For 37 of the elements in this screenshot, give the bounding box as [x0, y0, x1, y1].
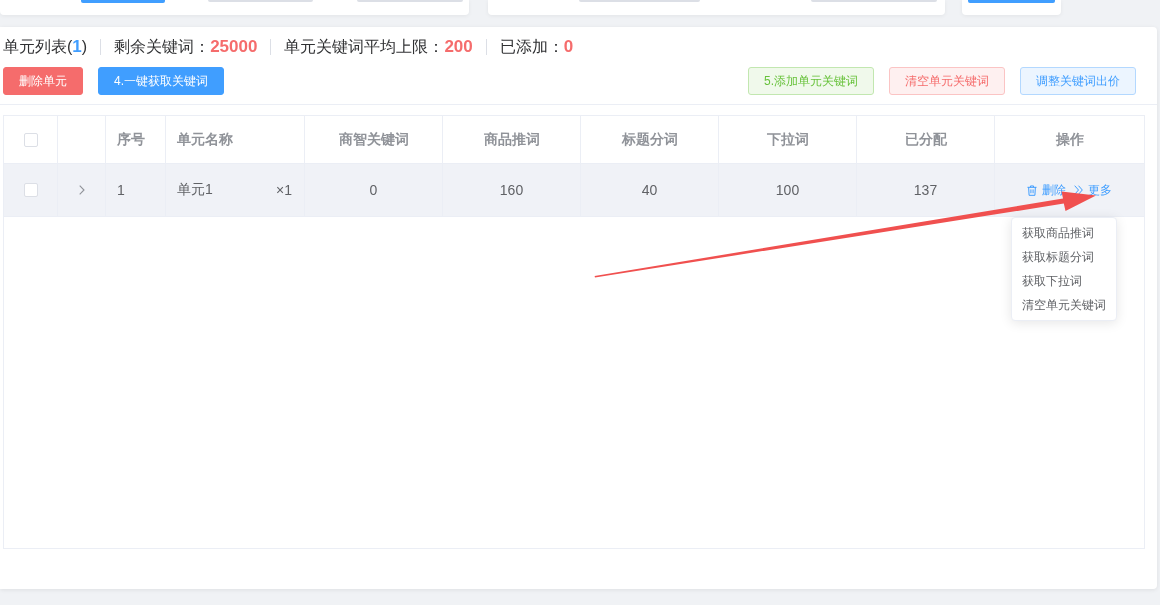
checkbox[interactable] [23, 132, 38, 147]
toolbar-button[interactable]: 4.一键获取关键词 [98, 67, 224, 95]
double-chevron-icon [1074, 185, 1083, 195]
field-edge[interactable] [579, 0, 700, 2]
multiplier-text: ×1 [276, 182, 292, 198]
table-cell: 1 [106, 164, 166, 217]
summary-label: 剩余关键词： [114, 36, 211, 57]
summary-label: 单元关键词平均上限： [284, 36, 445, 57]
summary-value: 25000 [210, 37, 258, 57]
table-cell: 40 [581, 164, 719, 217]
toolbar-button[interactable]: 删除单元 [3, 67, 83, 95]
dropdown-item[interactable]: 获取下拉词 [1012, 269, 1116, 293]
table-cell: 0 [305, 164, 443, 217]
more-link[interactable]: 更多 [1074, 181, 1112, 199]
field-edge[interactable] [208, 0, 313, 2]
summary-label: 已添加： [499, 36, 564, 57]
trash-icon [1027, 184, 1037, 196]
dropdown-item[interactable]: 获取商品推词 [1012, 221, 1116, 245]
summary-value: 0 [563, 37, 574, 57]
summary-label: ) [81, 38, 88, 56]
toolbar-button[interactable]: 调整关键词出价 [1020, 67, 1136, 95]
button-edge[interactable] [81, 0, 165, 3]
field-edge[interactable] [357, 0, 463, 2]
toolbar-button[interactable]: 清空单元关键词 [889, 67, 1005, 95]
checkbox[interactable] [23, 183, 38, 197]
summary-value: 1 [72, 37, 82, 57]
toolbar-button[interactable]: 5.添加单元关键词 [748, 67, 874, 95]
button-edge[interactable] [968, 0, 1055, 3]
dropdown-item[interactable]: 获取标题分词 [1012, 245, 1116, 269]
field-edge[interactable] [811, 0, 937, 2]
unit-name: 单元1 [177, 181, 213, 199]
summary-value: 200 [444, 37, 473, 57]
dropdown-item[interactable]: 清空单元关键词 [1012, 293, 1116, 317]
table-cell: 100 [719, 164, 857, 217]
chevron-icon[interactable] [78, 185, 85, 195]
summary-label: 单元列表( [3, 36, 73, 57]
table-cell: 160 [443, 164, 581, 217]
